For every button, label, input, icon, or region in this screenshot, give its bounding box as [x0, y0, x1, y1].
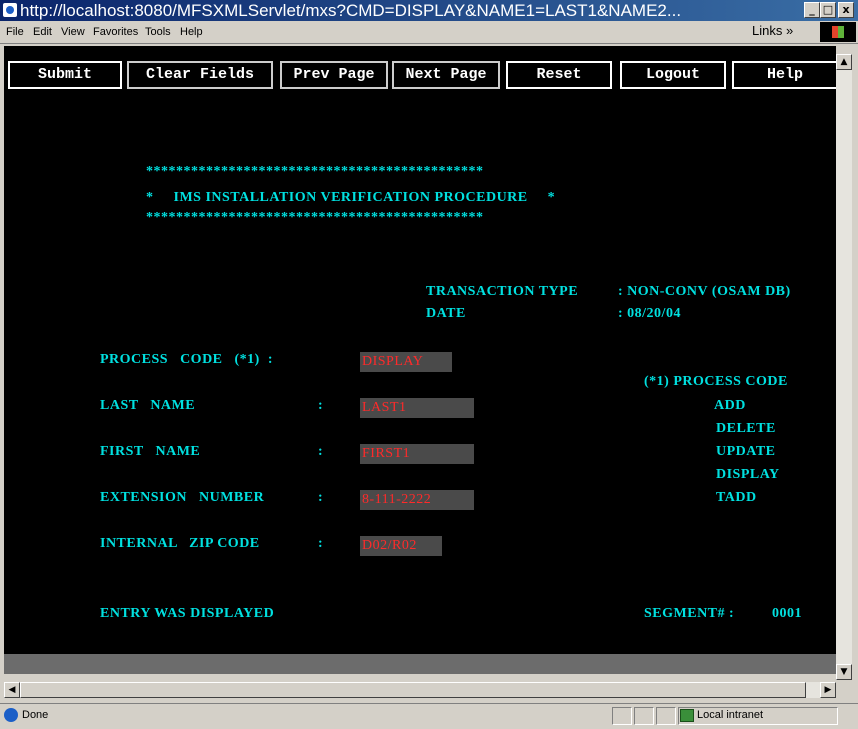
windows-logo-icon	[820, 22, 856, 42]
banner-title: * IMS INSTALLATION VERIFICATION PROCEDUR…	[146, 190, 556, 205]
help-button[interactable]: Help	[732, 61, 836, 89]
segment-label: SEGMENT# :	[644, 606, 735, 621]
first-name-input[interactable]: FIRST1	[360, 444, 474, 464]
last-name-label: LAST NAME	[100, 398, 196, 413]
ie-page-icon	[3, 3, 17, 17]
extension-number-colon: :	[318, 490, 324, 505]
scroll-down-icon[interactable]: ▼	[836, 664, 852, 680]
menu-view[interactable]: View	[61, 26, 85, 38]
menu-favorites[interactable]: Favorites	[93, 26, 138, 38]
extension-number-label: EXTENSION NUMBER	[100, 490, 265, 505]
process-code-option: DELETE	[716, 421, 776, 436]
horizontal-scrollbar[interactable]: ◀ ▶	[4, 682, 836, 698]
status-message: ENTRY WAS DISPLAYED	[100, 606, 275, 621]
process-code-option: DISPLAY	[716, 467, 780, 482]
internal-zip-code-colon: :	[318, 536, 324, 551]
banner-border-top: ****************************************…	[146, 164, 484, 179]
process-code-option: TADD	[716, 490, 757, 505]
vertical-scrollbar[interactable]: ▲ ▼	[836, 54, 852, 680]
process-code-option: UPDATE	[716, 444, 776, 459]
local-intranet-icon	[680, 709, 694, 722]
date-label: DATE	[426, 306, 466, 321]
logout-button[interactable]: Logout	[620, 61, 726, 89]
maximize-button[interactable]: □	[820, 2, 836, 18]
horizontal-scroll-thumb[interactable]	[20, 682, 806, 698]
process-code-legend-header: (*1) PROCESS CODE	[644, 374, 788, 389]
internal-zip-code-input[interactable]: D02/R02	[360, 536, 442, 556]
links-toolbar[interactable]: Links »	[752, 23, 793, 41]
window-title: http://localhost:8080/MFSXMLServlet/mxs?…	[20, 1, 682, 20]
status-text: Done	[22, 709, 49, 721]
scroll-left-icon[interactable]: ◀	[4, 682, 20, 698]
close-button[interactable]: x	[838, 2, 854, 18]
menu-file[interactable]: File	[6, 26, 24, 38]
first-name-colon: :	[318, 444, 324, 459]
submit-button[interactable]: Submit	[8, 61, 122, 89]
ie-done-icon	[4, 708, 18, 722]
process-code-input[interactable]: DISPLAY	[360, 352, 452, 372]
menu-bar: File Edit View Favorites Tools Help	[0, 21, 858, 44]
segment-value: 0001	[772, 606, 802, 621]
internal-zip-code-label: INTERNAL ZIP CODE	[100, 536, 260, 551]
last-name-input[interactable]: LAST1	[360, 398, 474, 418]
scroll-up-icon[interactable]: ▲	[836, 54, 852, 70]
banner-border-bottom: ****************************************…	[146, 210, 484, 225]
security-zone: Local intranet	[697, 709, 764, 721]
first-name-label: FIRST NAME	[100, 444, 201, 459]
window-title-bar: http://localhost:8080/MFSXMLServlet/mxs?…	[0, 0, 858, 21]
minimize-button[interactable]: _	[804, 2, 820, 18]
reset-button[interactable]: Reset	[506, 61, 612, 89]
status-panel	[656, 707, 676, 725]
status-panel	[612, 707, 632, 725]
next-page-button[interactable]: Next Page	[392, 61, 500, 89]
status-bar: Done Local intranet	[0, 703, 858, 729]
extension-number-input[interactable]: 8-111-2222	[360, 490, 474, 510]
scroll-right-icon[interactable]: ▶	[820, 682, 836, 698]
prev-page-button[interactable]: Prev Page	[280, 61, 388, 89]
page-bottom-band	[4, 654, 836, 674]
menu-edit[interactable]: Edit	[33, 26, 52, 38]
transaction-type-value: : NON-CONV (OSAM DB)	[618, 284, 791, 299]
last-name-colon: :	[318, 398, 324, 413]
transaction-type-label: TRANSACTION TYPE	[426, 284, 579, 299]
status-panel	[634, 707, 654, 725]
process-code-label: PROCESS CODE (*1) :	[100, 352, 274, 367]
page-content: Submit Clear Fields Prev Page Next Page …	[4, 46, 836, 674]
menu-tools[interactable]: Tools	[145, 26, 171, 38]
clear-fields-button[interactable]: Clear Fields	[127, 61, 273, 89]
menu-help[interactable]: Help	[180, 26, 203, 38]
process-code-option: ADD	[714, 398, 746, 413]
date-value: : 08/20/04	[618, 306, 681, 321]
